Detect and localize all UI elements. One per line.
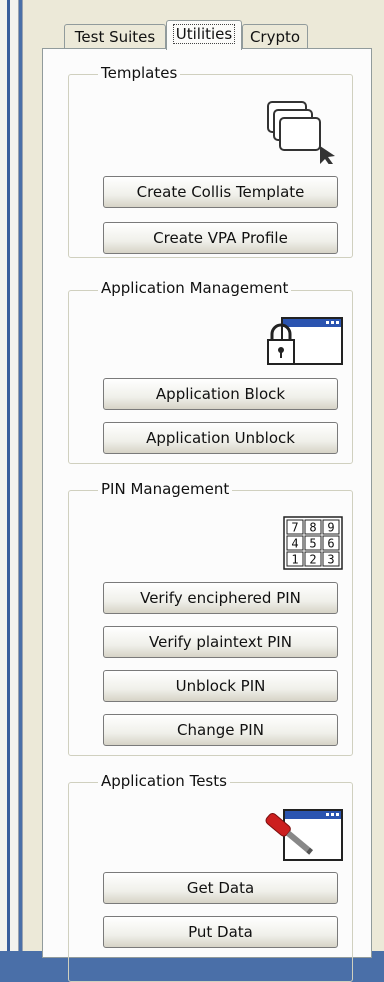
tab-utilities[interactable]: Utilities bbox=[166, 20, 242, 50]
get-data-button[interactable]: Get Data bbox=[103, 872, 338, 904]
templates-group-title: Templates bbox=[98, 64, 181, 82]
tab-crypto[interactable]: Crypto bbox=[242, 24, 308, 48]
windows-stack-icon bbox=[264, 100, 344, 166]
create-collis-template-button[interactable]: Create Collis Template bbox=[103, 176, 338, 208]
application-management-group-title: Application Management bbox=[98, 279, 292, 297]
pin-management-group-title: PIN Management bbox=[98, 480, 233, 498]
put-data-button[interactable]: Put Data bbox=[103, 916, 338, 948]
keypad-key-label: 4 bbox=[291, 537, 298, 551]
change-pin-button[interactable]: Change PIN bbox=[103, 714, 338, 746]
verify-enciphered-pin-button[interactable]: Verify enciphered PIN bbox=[103, 582, 338, 614]
unblock-pin-button[interactable]: Unblock PIN bbox=[103, 670, 338, 702]
keypad-key-label: 7 bbox=[291, 521, 298, 535]
lock-window-icon bbox=[264, 314, 344, 370]
tab-test-suites[interactable]: Test Suites bbox=[64, 24, 166, 48]
application-tests-group-title: Application Tests bbox=[98, 772, 230, 790]
keypad-key-label: 1 bbox=[291, 553, 298, 567]
keypad-key-label: 6 bbox=[327, 537, 334, 551]
tab-label: Test Suites bbox=[74, 28, 156, 46]
keypad-key-label: 8 bbox=[309, 521, 316, 535]
application-unblock-button[interactable]: Application Unblock bbox=[103, 422, 338, 454]
tab-label: Utilities bbox=[172, 24, 236, 44]
tab-label: Crypto bbox=[249, 28, 301, 46]
screwdriver-window-icon bbox=[262, 806, 344, 864]
create-vpa-profile-button[interactable]: Create VPA Profile bbox=[103, 222, 338, 254]
keypad-key-label: 5 bbox=[309, 537, 316, 551]
keypad-icon: 789 456 123 bbox=[283, 516, 343, 570]
keypad-key-label: 2 bbox=[309, 553, 316, 567]
keypad-key-label: 3 bbox=[327, 553, 334, 567]
application-block-button[interactable]: Application Block bbox=[103, 378, 338, 410]
left-window-edge bbox=[0, 0, 19, 951]
verify-plaintext-pin-button[interactable]: Verify plaintext PIN bbox=[103, 626, 338, 658]
keypad-key-label: 9 bbox=[327, 521, 334, 535]
